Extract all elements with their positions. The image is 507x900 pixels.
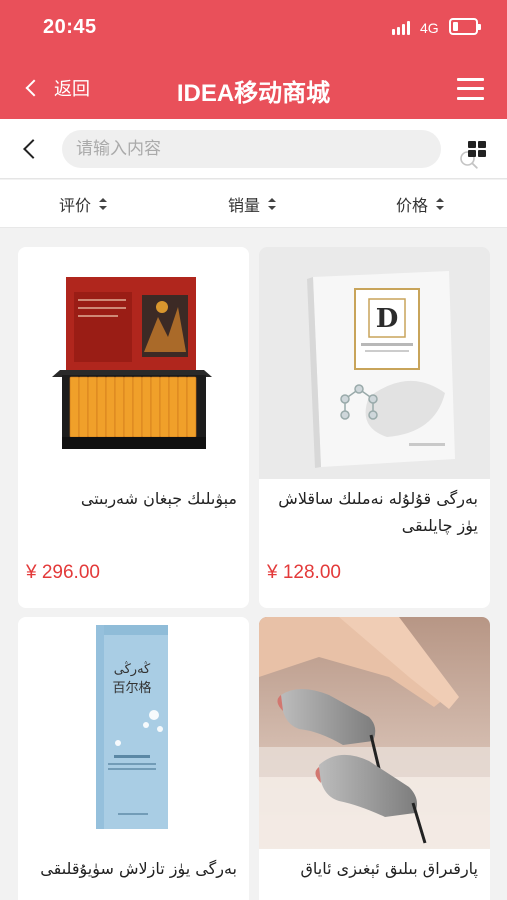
search-back-icon[interactable]: [23, 139, 43, 159]
sort-by-price[interactable]: 价格: [396, 192, 445, 216]
nav-bar: 返回 IDEA移动商城: [0, 56, 507, 119]
app-header: 20:45 4G 返回 IDEA移动商城: [0, 0, 507, 119]
menu-icon: [457, 78, 484, 81]
sort-by-rating[interactable]: 评价: [59, 192, 108, 216]
status-time: 20:45: [43, 16, 97, 38]
product-card[interactable]: پارقىراق بىلىق ئېغىزى ئاياق: [259, 617, 490, 900]
product-price: ¥ 296.00: [26, 562, 100, 583]
menu-button[interactable]: [457, 78, 485, 100]
search-input[interactable]: [76, 130, 386, 168]
product-name: پارقىراق بىلىق ئېغىزى ئاياق: [300, 859, 478, 878]
back-button[interactable]: 返回: [22, 72, 90, 104]
search-bar: [0, 119, 507, 179]
product-card[interactable]: ﯕﻪﺭﯕﻰ 百尔格 بەرگى يۈز تازلاش سۈيۇقلىقى: [18, 617, 249, 900]
product-card[interactable]: مېۋىلىك جېغان شەربىتى ¥ 296.00: [18, 247, 249, 608]
sort-icon: [99, 198, 108, 210]
product-name: بەرگى قۇلۇلە نەملىك ساقلاش يۈز چايلىقى: [278, 489, 478, 535]
back-label: 返回: [54, 79, 90, 99]
product-name: بەرگى يۈز تازلاش سۈيۇقلىقى: [40, 859, 237, 878]
status-bar: 20:45 4G: [0, 0, 507, 56]
sort-bar: 评价 销量 价格: [0, 180, 507, 228]
grid-view-icon[interactable]: [468, 141, 486, 157]
sort-icon: [268, 198, 277, 210]
back-icon: [25, 79, 43, 97]
product-image-tea-box: [18, 247, 249, 479]
signal-icon: [392, 21, 412, 35]
product-image-mask-box: D: [259, 247, 490, 479]
product-image-cleanser: ﯕﻪﺭﯕﻰ 百尔格: [18, 617, 249, 849]
network-type: 4G: [420, 20, 439, 36]
sort-label: 销量: [228, 198, 261, 215]
product-image-shoes: [259, 617, 490, 849]
battery-icon: [449, 18, 481, 35]
brand-label: 百尔格: [112, 680, 151, 696]
svg-text:ﯕﻪﺭﯕﻰ: ﯕﻪﺭﯕﻰ: [114, 660, 151, 677]
sort-label: 评价: [59, 198, 92, 215]
search-box[interactable]: [62, 130, 478, 169]
product-card[interactable]: D بەرگى قۇلۇلە نەملىك ساقلاش يۈز چايلىقى…: [259, 247, 490, 608]
product-name: مېۋىلىك جېغان شەربىتى: [80, 489, 237, 508]
brand-logo: D: [376, 304, 399, 334]
sort-icon: [436, 198, 445, 210]
sort-by-sales[interactable]: 销量: [228, 192, 277, 216]
sort-label: 价格: [396, 198, 429, 215]
product-price: ¥ 128.00: [267, 562, 341, 583]
